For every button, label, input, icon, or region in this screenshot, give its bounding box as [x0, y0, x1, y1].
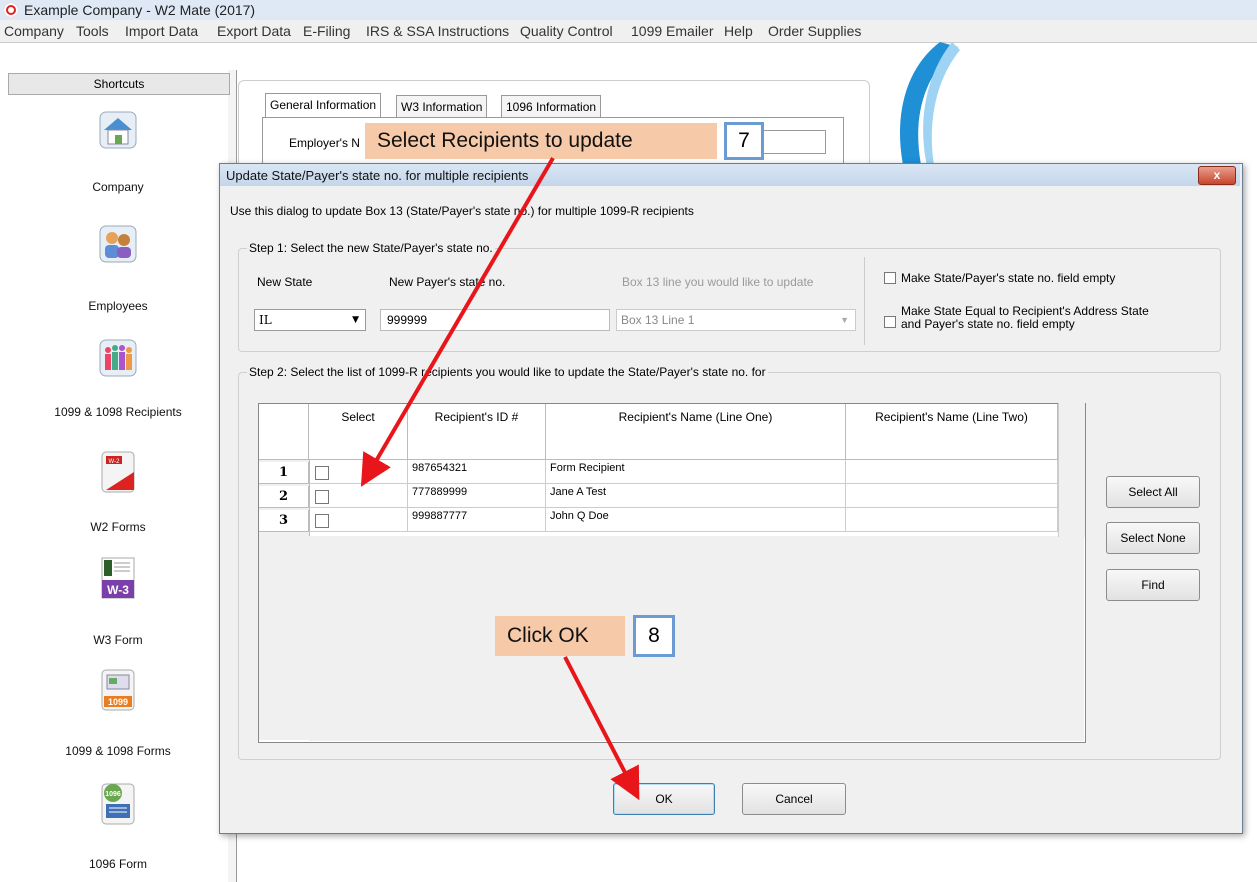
w2-form-icon[interactable]: W-2	[96, 450, 140, 494]
make-equal-label-2: and Payer's state no. field empty	[901, 317, 1075, 331]
1099-badge: 1099	[108, 697, 128, 707]
select-checkbox[interactable]	[315, 466, 329, 480]
menu-quality-control[interactable]: Quality Control	[520, 23, 613, 39]
row-number: 3	[259, 510, 309, 532]
row-number: 1	[259, 462, 309, 484]
column-header-select[interactable]: Select	[309, 404, 408, 460]
w3-badge: W-3	[107, 583, 129, 597]
sidebar-item-company[interactable]: Company	[0, 180, 236, 194]
tab-general-information[interactable]: General Information	[265, 93, 382, 119]
sidebar-item-w2-forms[interactable]: W2 Forms	[0, 520, 236, 534]
group-icon[interactable]	[96, 336, 140, 380]
sidebar-item-recipients[interactable]: 1099 & 1098 Recipients	[0, 405, 236, 419]
people-icon[interactable]	[96, 222, 140, 266]
column-header-name-line-two[interactable]: Recipient's Name (Line Two)	[846, 404, 1058, 460]
house-icon[interactable]	[96, 108, 140, 152]
row-number: 2	[259, 486, 309, 508]
shortcuts-header: Shortcuts	[8, 73, 230, 95]
box13-line-label: Box 13 line you would like to update	[622, 275, 814, 289]
menu-import-data[interactable]: Import Data	[125, 23, 198, 39]
recipient-id-cell[interactable]: 987654321	[408, 460, 546, 484]
recipient-id-cell[interactable]: 777889999	[408, 484, 546, 508]
step2-legend: Step 2: Select the list of 1099-R recipi…	[247, 365, 768, 379]
sidebar-item-employees[interactable]: Employees	[0, 299, 236, 313]
select-none-button[interactable]: Select None	[1106, 522, 1200, 554]
grid-corner	[259, 404, 309, 460]
recipient-id-cell[interactable]: 999887777	[408, 508, 546, 532]
menu-export-data[interactable]: Export Data	[217, 23, 291, 39]
menu-1099-emailer[interactable]: 1099 Emailer	[631, 23, 714, 39]
sidebar-item-1096-form[interactable]: 1096 Form	[0, 857, 236, 871]
1099-form-icon[interactable]: 1099	[96, 668, 140, 712]
callout-click-ok: Click OK	[495, 616, 625, 656]
dropdown-arrow-icon: ▼	[840, 315, 849, 325]
1096-badge: 1096	[105, 791, 121, 798]
w2-badge: W-2	[109, 459, 121, 465]
app-logo-icon	[4, 3, 18, 17]
window-title: Example Company - W2 Mate (2017)	[24, 2, 256, 18]
dialog-description: Use this dialog to update Box 13 (State/…	[230, 204, 694, 218]
step-number-7: 7	[724, 122, 764, 160]
new-payer-no-input[interactable]: 999999	[380, 309, 610, 331]
w3-form-icon[interactable]: W-3	[96, 556, 140, 600]
step1-legend: Step 1: Select the new State/Payer's sta…	[247, 241, 495, 255]
menu-tools[interactable]: Tools	[76, 23, 109, 39]
table-row[interactable]	[309, 460, 408, 484]
grid-header-filler	[1058, 403, 1085, 537]
menu-e-filing[interactable]: E-Filing	[303, 23, 350, 39]
menu-irs-ssa-instructions[interactable]: IRS & SSA Instructions	[366, 23, 509, 39]
sidebar-item-w3-form[interactable]: W3 Form	[0, 633, 236, 647]
step-number-8: 8	[633, 615, 675, 657]
callout-select-recipients: Select Recipients to update	[365, 123, 717, 159]
new-state-select[interactable]: IL ▼	[254, 309, 366, 331]
step1-group	[238, 248, 1221, 352]
new-state-label: New State	[257, 275, 313, 289]
box13-line-value: Box 13 Line 1	[621, 313, 695, 327]
tab-1096-information[interactable]: 1096 Information	[501, 95, 602, 119]
grid-empty-area	[309, 536, 1084, 741]
dropdown-arrow-icon: ▼	[352, 315, 359, 325]
table-row[interactable]	[309, 484, 408, 508]
select-checkbox[interactable]	[315, 514, 329, 528]
employer-name-label: Employer's N	[289, 136, 360, 150]
menu-order-supplies[interactable]: Order Supplies	[768, 23, 861, 39]
1096-form-icon[interactable]: 1096	[96, 782, 140, 826]
ok-button[interactable]: OK	[613, 783, 715, 815]
menu-bar: Company Tools Import Data Export Data E-…	[0, 20, 1257, 43]
make-equal-checkbox[interactable]	[884, 316, 896, 328]
select-all-button[interactable]: Select All	[1106, 476, 1200, 508]
new-state-value: IL	[259, 313, 272, 327]
column-header-recipient-id[interactable]: Recipient's ID #	[408, 404, 546, 460]
sidebar-item-1099-forms[interactable]: 1099 & 1098 Forms	[0, 744, 236, 758]
tab-w3-information[interactable]: W3 Information	[396, 95, 488, 119]
menu-company[interactable]: Company	[4, 23, 64, 39]
step1-divider	[864, 257, 865, 345]
column-header-name-line-one[interactable]: Recipient's Name (Line One)	[546, 404, 846, 460]
recipient-name2-cell[interactable]	[846, 460, 1058, 484]
recipient-name1-cell[interactable]: Form Recipient	[546, 460, 846, 484]
make-empty-label: Make State/Payer's state no. field empty	[901, 271, 1116, 285]
close-button[interactable]: x	[1198, 166, 1236, 185]
box13-line-select[interactable]: Box 13 Line 1 ▼	[616, 309, 856, 331]
recipient-name2-cell[interactable]	[846, 508, 1058, 532]
recipient-name1-cell[interactable]: Jane A Test	[546, 484, 846, 508]
make-empty-checkbox[interactable]	[884, 272, 896, 284]
cancel-button[interactable]: Cancel	[742, 783, 846, 815]
select-checkbox[interactable]	[315, 490, 329, 504]
make-equal-label-1: Make State Equal to Recipient's Address …	[901, 304, 1149, 318]
new-payer-no-label: New Payer's state no.	[389, 275, 506, 289]
menu-help[interactable]: Help	[724, 23, 753, 39]
dialog-title: Update State/Payer's state no. for multi…	[226, 168, 529, 183]
find-button[interactable]: Find	[1106, 569, 1200, 601]
table-row[interactable]	[309, 508, 408, 532]
recipient-name2-cell[interactable]	[846, 484, 1058, 508]
recipient-name1-cell[interactable]: John Q Doe	[546, 508, 846, 532]
